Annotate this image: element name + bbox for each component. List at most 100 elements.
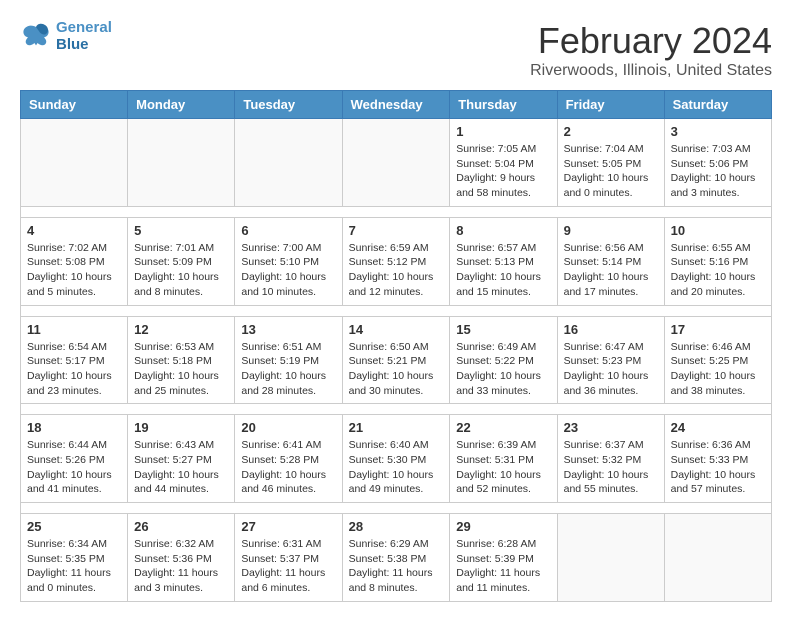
calendar-cell xyxy=(342,119,450,207)
day-info: Sunrise: 6:39 AM Sunset: 5:31 PM Dayligh… xyxy=(456,438,550,497)
separator-cell xyxy=(21,206,772,217)
day-info: Sunrise: 6:32 AM Sunset: 5:36 PM Dayligh… xyxy=(134,537,228,596)
day-number: 7 xyxy=(349,223,444,238)
day-number: 2 xyxy=(564,124,658,139)
calendar-cell: 13 Sunrise: 6:51 AM Sunset: 5:19 PM Dayli… xyxy=(235,316,342,404)
day-number: 15 xyxy=(456,322,550,337)
calendar-cell: 10 Sunrise: 6:55 AM Sunset: 5:16 PM Dayli… xyxy=(664,217,771,305)
row-separator xyxy=(21,404,772,415)
day-info: Sunrise: 6:49 AM Sunset: 5:22 PM Dayligh… xyxy=(456,340,550,399)
logo-text: General Blue xyxy=(56,20,112,53)
calendar-cell: 2 Sunrise: 7:04 AM Sunset: 5:05 PM Daylig… xyxy=(557,119,664,207)
calendar-header-row: Sunday Monday Tuesday Wednesday Thursday… xyxy=(21,91,772,119)
day-number: 3 xyxy=(671,124,765,139)
day-number: 10 xyxy=(671,223,765,238)
calendar-cell: 11 Sunrise: 6:54 AM Sunset: 5:17 PM Dayli… xyxy=(21,316,128,404)
day-info: Sunrise: 7:04 AM Sunset: 5:05 PM Dayligh… xyxy=(564,142,658,201)
day-info: Sunrise: 6:51 AM Sunset: 5:19 PM Dayligh… xyxy=(241,340,335,399)
col-sunday: Sunday xyxy=(21,91,128,119)
calendar-week-row-4: 25 Sunrise: 6:34 AM Sunset: 5:35 PM Dayli… xyxy=(21,514,772,602)
day-info: Sunrise: 6:36 AM Sunset: 5:33 PM Dayligh… xyxy=(671,438,765,497)
day-number: 12 xyxy=(134,322,228,337)
day-number: 19 xyxy=(134,420,228,435)
separator-cell xyxy=(21,503,772,514)
title-section: February 2024 Riverwoods, Illinois, Unit… xyxy=(530,20,772,80)
logo-bird-icon xyxy=(20,23,52,51)
calendar-cell: 5 Sunrise: 7:01 AM Sunset: 5:09 PM Daylig… xyxy=(128,217,235,305)
calendar-cell: 12 Sunrise: 6:53 AM Sunset: 5:18 PM Dayli… xyxy=(128,316,235,404)
day-number: 29 xyxy=(456,519,550,534)
col-tuesday: Tuesday xyxy=(235,91,342,119)
day-info: Sunrise: 6:50 AM Sunset: 5:21 PM Dayligh… xyxy=(349,340,444,399)
day-number: 22 xyxy=(456,420,550,435)
calendar-cell: 16Sunrise: 6:47 AM Sunset: 5:23 PM Dayli… xyxy=(557,316,664,404)
day-number: 16 xyxy=(564,322,658,337)
day-number: 27 xyxy=(241,519,335,534)
col-monday: Monday xyxy=(128,91,235,119)
day-number: 5 xyxy=(134,223,228,238)
row-separator xyxy=(21,305,772,316)
day-info: Sunrise: 6:29 AM Sunset: 5:38 PM Dayligh… xyxy=(349,537,444,596)
header: General Blue February 2024 Riverwoods, I… xyxy=(20,20,772,80)
col-saturday: Saturday xyxy=(664,91,771,119)
day-number: 14 xyxy=(349,322,444,337)
row-separator xyxy=(21,206,772,217)
row-separator xyxy=(21,503,772,514)
day-number: 25 xyxy=(27,519,121,534)
calendar-cell: 18Sunrise: 6:44 AM Sunset: 5:26 PM Dayli… xyxy=(21,415,128,503)
calendar-cell: 14 Sunrise: 6:50 AM Sunset: 5:21 PM Dayli… xyxy=(342,316,450,404)
day-number: 4 xyxy=(27,223,121,238)
day-number: 23 xyxy=(564,420,658,435)
month-title: February 2024 xyxy=(530,20,772,62)
day-number: 9 xyxy=(564,223,658,238)
calendar-cell xyxy=(21,119,128,207)
calendar-cell: 4 Sunrise: 7:02 AM Sunset: 5:08 PM Daylig… xyxy=(21,217,128,305)
day-info: Sunrise: 6:43 AM Sunset: 5:27 PM Dayligh… xyxy=(134,438,228,497)
location-title: Riverwoods, Illinois, United States xyxy=(530,62,772,80)
day-number: 28 xyxy=(349,519,444,534)
calendar-cell: 26Sunrise: 6:32 AM Sunset: 5:36 PM Dayli… xyxy=(128,514,235,602)
day-info: Sunrise: 6:44 AM Sunset: 5:26 PM Dayligh… xyxy=(27,438,121,497)
calendar-cell: 25 Sunrise: 6:34 AM Sunset: 5:35 PM Dayli… xyxy=(21,514,128,602)
logo: General Blue xyxy=(20,20,112,53)
col-friday: Friday xyxy=(557,91,664,119)
day-info: Sunrise: 6:34 AM Sunset: 5:35 PM Dayligh… xyxy=(27,537,121,596)
calendar-cell: 17 Sunrise: 6:46 AM Sunset: 5:25 PM Dayli… xyxy=(664,316,771,404)
day-info: Sunrise: 6:56 AM Sunset: 5:14 PM Dayligh… xyxy=(564,241,658,300)
calendar-cell: 29Sunrise: 6:28 AM Sunset: 5:39 PM Dayli… xyxy=(450,514,557,602)
day-info: Sunrise: 6:31 AM Sunset: 5:37 PM Dayligh… xyxy=(241,537,335,596)
calendar-cell: 6Sunrise: 7:00 AM Sunset: 5:10 PM Daylig… xyxy=(235,217,342,305)
day-number: 20 xyxy=(241,420,335,435)
separator-cell xyxy=(21,305,772,316)
calendar-cell xyxy=(557,514,664,602)
day-info: Sunrise: 7:01 AM Sunset: 5:09 PM Dayligh… xyxy=(134,241,228,300)
day-number: 21 xyxy=(349,420,444,435)
day-info: Sunrise: 6:53 AM Sunset: 5:18 PM Dayligh… xyxy=(134,340,228,399)
day-info: Sunrise: 7:03 AM Sunset: 5:06 PM Dayligh… xyxy=(671,142,765,201)
day-info: Sunrise: 7:05 AM Sunset: 5:04 PM Dayligh… xyxy=(456,142,550,201)
calendar-cell: 20Sunrise: 6:41 AM Sunset: 5:28 PM Dayli… xyxy=(235,415,342,503)
day-info: Sunrise: 7:02 AM Sunset: 5:08 PM Dayligh… xyxy=(27,241,121,300)
calendar-table: Sunday Monday Tuesday Wednesday Thursday… xyxy=(20,90,772,602)
day-number: 11 xyxy=(27,322,121,337)
day-info: Sunrise: 6:57 AM Sunset: 5:13 PM Dayligh… xyxy=(456,241,550,300)
calendar-cell: 15 Sunrise: 6:49 AM Sunset: 5:22 PM Dayli… xyxy=(450,316,557,404)
calendar-cell: 19 Sunrise: 6:43 AM Sunset: 5:27 PM Dayli… xyxy=(128,415,235,503)
calendar-cell: 27 Sunrise: 6:31 AM Sunset: 5:37 PM Dayli… xyxy=(235,514,342,602)
day-info: Sunrise: 6:46 AM Sunset: 5:25 PM Dayligh… xyxy=(671,340,765,399)
calendar-cell: 1 Sunrise: 7:05 AM Sunset: 5:04 PM Daylig… xyxy=(450,119,557,207)
col-thursday: Thursday xyxy=(450,91,557,119)
day-info: Sunrise: 6:54 AM Sunset: 5:17 PM Dayligh… xyxy=(27,340,121,399)
calendar-cell: 22 Sunrise: 6:39 AM Sunset: 5:31 PM Dayli… xyxy=(450,415,557,503)
day-info: Sunrise: 6:59 AM Sunset: 5:12 PM Dayligh… xyxy=(349,241,444,300)
day-number: 13 xyxy=(241,322,335,337)
day-number: 8 xyxy=(456,223,550,238)
calendar-cell: 3 Sunrise: 7:03 AM Sunset: 5:06 PM Daylig… xyxy=(664,119,771,207)
day-number: 6 xyxy=(241,223,335,238)
calendar-week-row-1: 4 Sunrise: 7:02 AM Sunset: 5:08 PM Daylig… xyxy=(21,217,772,305)
calendar-cell: 24Sunrise: 6:36 AM Sunset: 5:33 PM Dayli… xyxy=(664,415,771,503)
day-number: 1 xyxy=(456,124,550,139)
day-info: Sunrise: 6:55 AM Sunset: 5:16 PM Dayligh… xyxy=(671,241,765,300)
calendar-cell: 23Sunrise: 6:37 AM Sunset: 5:32 PM Dayli… xyxy=(557,415,664,503)
day-number: 17 xyxy=(671,322,765,337)
